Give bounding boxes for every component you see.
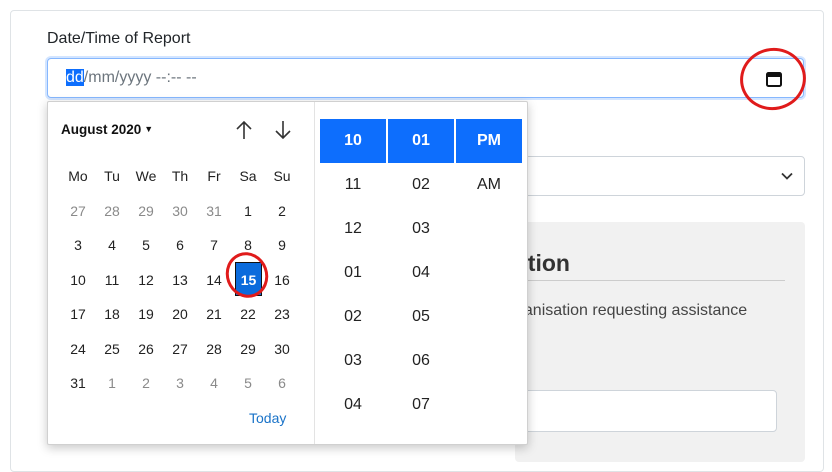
hour-option[interactable]: 01 [320, 251, 386, 295]
calendar-day[interactable]: 28 [197, 339, 231, 374]
weekday-label: Sa [239, 168, 257, 184]
today-button[interactable]: Today [249, 410, 286, 426]
calendar-week-row: 31 1 2 3 4 5 6 [61, 373, 299, 408]
meridiem-column[interactable]: PM AM [456, 119, 522, 207]
hour-option[interactable]: 11 [320, 163, 386, 207]
calendar-day[interactable]: 24 [61, 339, 95, 374]
calendar-day[interactable]: 10 [61, 270, 95, 305]
weekday-label: Su [273, 168, 291, 184]
date-remaining-segments[interactable]: /mm/yyyy --:-- -- [84, 69, 197, 86]
chevron-down-icon [781, 172, 793, 180]
panel-divider [515, 280, 785, 281]
weekday-label: Fr [207, 168, 221, 184]
calendar-day-outside[interactable]: 2 [129, 373, 163, 408]
calendar-day[interactable]: 25 [95, 339, 129, 374]
minute-option[interactable]: 03 [388, 207, 454, 251]
minute-option[interactable]: 05 [388, 295, 454, 339]
minute-option[interactable]: 06 [388, 339, 454, 383]
calendar-day[interactable]: 21 [197, 304, 231, 339]
calendar-day-outside[interactable]: 1 [95, 373, 129, 408]
hour-option[interactable]: 12 [320, 207, 386, 251]
day-segment[interactable]: dd [66, 69, 84, 86]
calendar-day[interactable]: 4 [95, 235, 129, 270]
calendar-day[interactable]: 20 [163, 304, 197, 339]
calendar-day-outside[interactable]: 4 [197, 373, 231, 408]
calendar-day[interactable]: 17 [61, 304, 95, 339]
month-year-label: August 2020 [61, 122, 142, 137]
hour-option-selected[interactable]: 10 [320, 119, 386, 163]
hour-option[interactable]: 03 [320, 339, 386, 383]
weekday-label: Mo [68, 168, 88, 184]
calendar-day[interactable]: 9 [265, 235, 299, 270]
calendar-day[interactable]: 30 [265, 339, 299, 374]
calendar-day[interactable]: 27 [163, 339, 197, 374]
background-select[interactable] [515, 156, 805, 196]
minute-option-selected[interactable]: 01 [388, 119, 454, 163]
time-panel: 10 11 12 01 02 03 04 01 02 03 04 05 06 07 PM AM [316, 102, 527, 444]
calendar-week-row: 17 18 19 20 21 22 23 [61, 304, 299, 339]
calendar-day[interactable]: 1 [231, 201, 265, 236]
caret-down-icon: ▼ [144, 124, 154, 134]
month-year-dropdown[interactable]: August 2020 ▼ [61, 122, 153, 137]
calendar-day[interactable]: 26 [129, 339, 163, 374]
arrow-down-icon[interactable] [273, 119, 293, 141]
calendar-day[interactable]: 23 [265, 304, 299, 339]
date-time-input[interactable]: dd/mm/yyyy --:-- -- [47, 58, 804, 98]
calendar-day-outside[interactable]: 30 [163, 201, 197, 236]
calendar-day[interactable]: 7 [197, 235, 231, 270]
date-time-label: Date/Time of Report [47, 30, 191, 47]
minute-option[interactable]: 02 [388, 163, 454, 207]
calendar-day-outside[interactable]: 29 [129, 201, 163, 236]
arrow-up-icon[interactable] [234, 119, 254, 141]
calendar-day[interactable]: 12 [129, 270, 163, 305]
calendar-day[interactable]: 3 [61, 235, 95, 270]
calendar-day[interactable]: 18 [95, 304, 129, 339]
hour-option[interactable]: 04 [320, 383, 386, 427]
hours-column[interactable]: 10 11 12 01 02 03 04 [320, 119, 386, 427]
minutes-column[interactable]: 01 02 03 04 05 06 07 [388, 119, 454, 427]
calendar-day-outside[interactable]: 31 [197, 201, 231, 236]
organisation-panel: ation ganisation requesting assistance [515, 222, 805, 462]
calendar-day[interactable]: 5 [129, 235, 163, 270]
calendar-day-outside[interactable]: 3 [163, 373, 197, 408]
minute-option[interactable]: 07 [388, 383, 454, 427]
weekday-header-row: Mo Tu We Th Fr Sa Su [61, 166, 299, 201]
weekday-label: Th [171, 168, 189, 184]
calendar-day[interactable]: 19 [129, 304, 163, 339]
calendar-panel: August 2020 ▼ Mo Tu We Th Fr Sa Su 27 28 29 30 31 1 2 3… [48, 102, 314, 444]
calendar-day[interactable]: 2 [265, 201, 299, 236]
minute-option[interactable]: 04 [388, 251, 454, 295]
picker-divider [314, 102, 315, 444]
calendar-day[interactable]: 22 [231, 304, 265, 339]
weekday-label: Tu [104, 168, 120, 184]
calendar-week-row: 27 28 29 30 31 1 2 [61, 201, 299, 236]
date-time-picker: August 2020 ▼ Mo Tu We Th Fr Sa Su 27 28 29 30 31 1 2 3… [47, 101, 528, 445]
calendar-day-outside[interactable]: 5 [231, 373, 265, 408]
calendar-day-outside[interactable]: 27 [61, 201, 95, 236]
weekday-label: We [135, 168, 157, 184]
calendar-day[interactable]: 11 [95, 270, 129, 305]
calendar-day[interactable]: 16 [265, 270, 299, 305]
calendar-day[interactable]: 31 [61, 373, 95, 408]
calendar-week-row: 24 25 26 27 28 29 30 [61, 339, 299, 374]
calendar-day[interactable]: 29 [231, 339, 265, 374]
meridiem-option-selected[interactable]: PM [456, 119, 522, 163]
calendar-day[interactable]: 6 [163, 235, 197, 270]
hour-option[interactable]: 02 [320, 295, 386, 339]
calendar-day-outside[interactable]: 28 [95, 201, 129, 236]
calendar-day-outside[interactable]: 6 [265, 373, 299, 408]
panel-description: ganisation requesting assistance [515, 302, 748, 319]
panel-input[interactable] [515, 390, 777, 432]
date-time-value[interactable]: dd/mm/yyyy --:-- -- [66, 69, 197, 87]
calendar-day[interactable]: 13 [163, 270, 197, 305]
meridiem-option[interactable]: AM [456, 163, 522, 207]
